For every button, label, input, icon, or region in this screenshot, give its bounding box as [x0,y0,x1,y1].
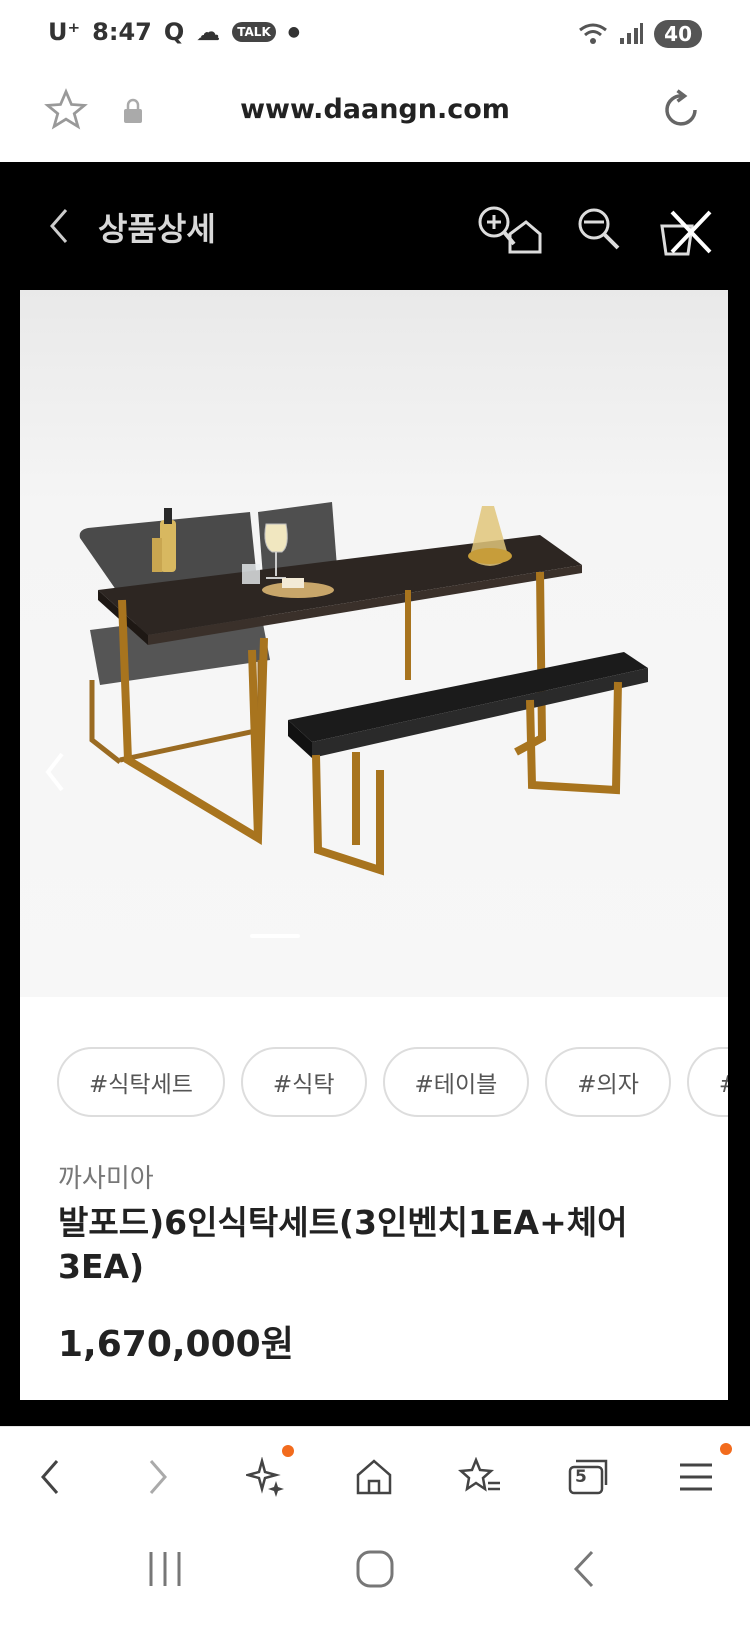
nav-bookmarks-button[interactable] [452,1449,508,1505]
page-title: 상품상세 [98,210,216,248]
nav-forward-button[interactable] [130,1449,186,1505]
nav-tabs-button[interactable]: 5 [560,1449,616,1505]
menu-icon [680,1463,712,1491]
search-icon[interactable] [574,204,624,256]
system-back-icon[interactable] [570,1548,600,1590]
nav-menu-button[interactable] [668,1443,732,1505]
tag-chip[interactable]: #테이블 [382,1047,530,1117]
bookmark-star-icon [458,1457,500,1492]
system-nav-bar [0,1526,750,1625]
browser-url-bar: www.daangn.com [0,76,750,162]
sparkle-icon [246,1457,284,1497]
url-text[interactable]: www.daangn.com [0,94,750,125]
tag-chip[interactable]: #의자 [545,1047,671,1117]
seller-name: 까사미아 [58,1164,154,1194]
image-prev-icon[interactable] [40,750,70,794]
zoom-in-home-icon[interactable] [474,204,542,256]
carrier-label: U⁺ [48,18,81,46]
dot-icon: ● [287,24,300,40]
wifi-icon [579,23,608,44]
tabs-icon [568,1459,608,1495]
back-icon[interactable] [44,206,74,246]
app-header: 상품상세 [0,162,750,290]
image-page-indicator [250,934,300,938]
home-icon [356,1459,392,1495]
status-bar: U⁺ 8:47 Q ☁ TALK ● 40 [0,0,750,76]
close-icon[interactable] [658,208,716,260]
signal-icon [620,23,644,44]
product-price: 1,670,000원 [58,1324,294,1365]
talk-icon: TALK [232,22,276,42]
app-frame: 상품상세 #식탁세트 #식탁 #테이블 #의자 까사미아 발포드)6인식탁세트(… [0,162,750,1426]
nav-back-button[interactable] [22,1449,78,1505]
back-arrow-icon [41,1460,59,1494]
nav-home-button[interactable] [346,1449,402,1505]
nav-assistant-button[interactable] [238,1445,294,1505]
product-name: 발포드)6인식탁세트(3인벤치1EA+체어3EA) [58,1203,628,1286]
tag-chip[interactable]: #식탁세트 [57,1047,225,1117]
recent-apps-icon[interactable] [145,1548,185,1590]
product-detail: #식탁세트 #식탁 #테이블 #의자 #체 까사미아 발포드)6인식탁세트(3인… [20,290,728,1400]
battery-indicator: 40 [654,20,702,48]
tag-chip[interactable]: #식탁 [240,1047,367,1117]
reload-icon[interactable] [660,89,702,131]
tag-chip[interactable]: #체 [686,1047,728,1117]
tag-list: #식탁세트 #식탁 #테이블 #의자 #체 [57,1047,728,1117]
notification-dot [720,1443,732,1455]
home-circle-icon[interactable] [354,1548,396,1590]
cloud-icon: ☁ [196,18,221,46]
product-image[interactable] [20,290,728,997]
dining-set-illustration [79,502,648,876]
forward-arrow-icon [149,1460,167,1494]
tabs-count: 5 [575,1467,587,1487]
notification-dot [282,1445,294,1457]
q-icon: Q [163,18,185,46]
clock: 8:47 [92,18,152,46]
browser-bottom-nav: 5 [0,1426,750,1526]
